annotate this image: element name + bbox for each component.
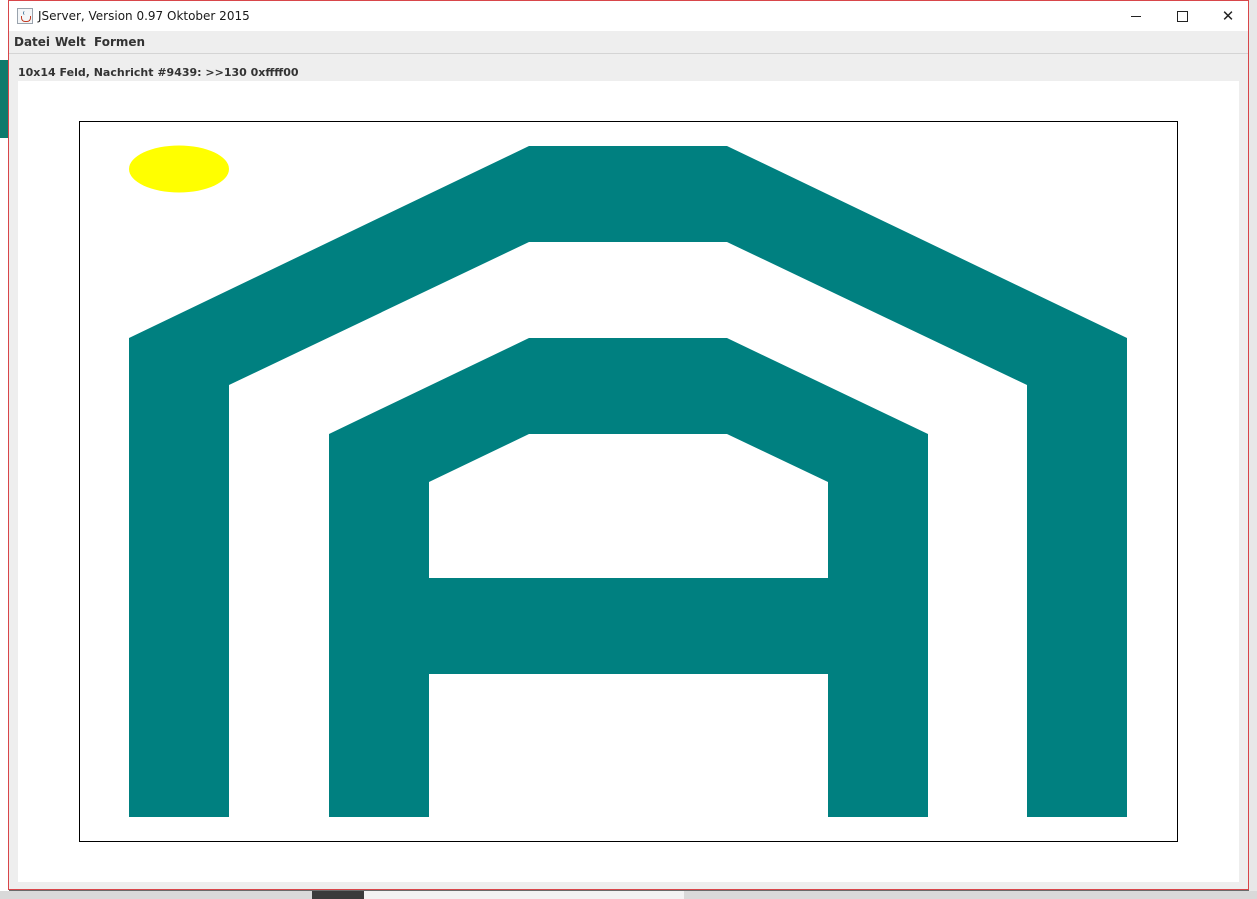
jserver-window: JServer, Version 0.97 Oktober 2015 ✕ Dat… xyxy=(8,0,1249,890)
java-cup-icon[interactable] xyxy=(17,8,33,24)
board-drawing xyxy=(129,145,1127,817)
minimize-button[interactable] xyxy=(1113,1,1159,31)
maximize-button[interactable] xyxy=(1159,1,1205,31)
menu-datei[interactable]: Datei xyxy=(14,35,50,49)
board-canvas[interactable] xyxy=(79,121,1178,842)
canvas-panel xyxy=(18,81,1239,882)
outer-arch-shape xyxy=(129,146,1127,817)
title-bar[interactable]: JServer, Version 0.97 Oktober 2015 ✕ xyxy=(9,1,1248,31)
menu-welt[interactable]: Welt xyxy=(55,35,86,49)
menu-formen[interactable]: Formen xyxy=(94,35,145,49)
close-icon: ✕ xyxy=(1221,7,1235,25)
status-message: 10x14 Feld, Nachricht #9439: >>130 0xfff… xyxy=(18,66,299,79)
window-title: JServer, Version 0.97 Oktober 2015 xyxy=(38,9,250,23)
desktop-background-right xyxy=(1249,0,1257,899)
close-button[interactable]: ✕ xyxy=(1205,1,1251,31)
maximize-icon xyxy=(1176,10,1188,22)
yellow-circle xyxy=(129,145,229,193)
desktop-background-thumbnail xyxy=(312,891,364,899)
menu-bar: Datei Welt Formen xyxy=(9,31,1248,54)
minimize-icon xyxy=(1131,15,1141,17)
desktop-background-panel xyxy=(364,891,684,899)
inner-a-shape xyxy=(329,338,928,817)
